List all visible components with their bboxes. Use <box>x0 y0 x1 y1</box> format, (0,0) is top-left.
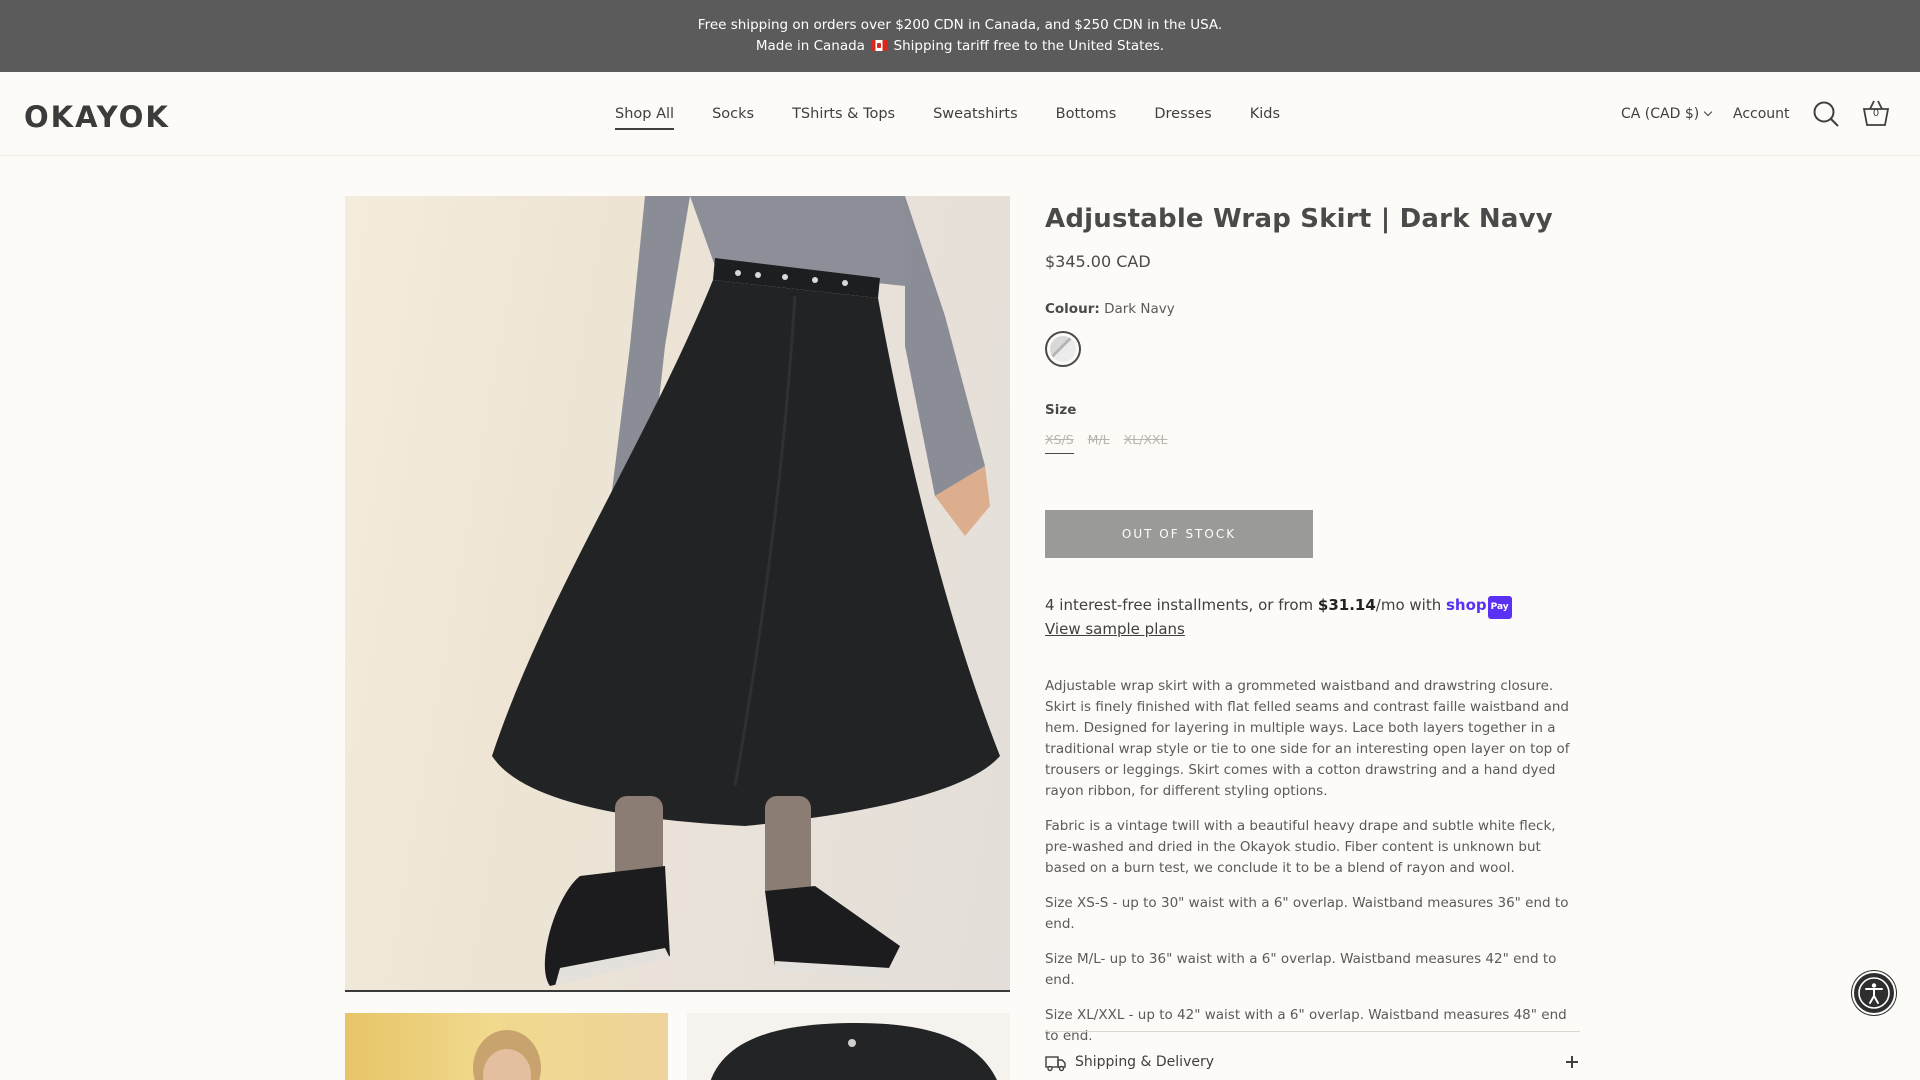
search-icon[interactable] <box>1812 100 1840 128</box>
site-logo[interactable]: OKAYOK <box>24 100 170 134</box>
size-option-xs-s[interactable]: XS/S <box>1045 432 1074 454</box>
nav-item-bottoms[interactable]: Bottoms <box>1056 102 1117 126</box>
skirt-photo <box>492 196 1000 986</box>
nav-item-socks[interactable]: Socks <box>712 102 754 126</box>
size-label: Size <box>1045 402 1077 418</box>
main-nav: Shop All Socks TShirts & Tops Sweatshirt… <box>615 72 1318 156</box>
description-paragraph: Adjustable wrap skirt with a grommeted w… <box>1045 678 1570 799</box>
shop-pay-logo-shop: shop <box>1445 596 1487 614</box>
description-size-xs-s: Size XS-S - up to 30" waist with a 6" ov… <box>1045 895 1569 932</box>
shop-pay-amount: $31.14 <box>1317 596 1376 614</box>
accessibility-button[interactable] <box>1852 971 1896 1015</box>
product-thumbnail-1[interactable] <box>345 1013 668 1080</box>
account-link[interactable]: Account <box>1733 106 1790 122</box>
announcement-tariff-note: Shipping tariff free to the United State… <box>893 38 1165 54</box>
colour-swatch-dark-navy[interactable] <box>1045 331 1081 367</box>
thumbnail-photo-skirt <box>710 1023 997 1080</box>
nav-item-dresses[interactable]: Dresses <box>1154 102 1211 126</box>
accessibility-icon <box>1858 977 1890 1009</box>
announcement-bar: Free shipping on orders over $200 CDN in… <box>0 0 1920 72</box>
colour-label: Colour: <box>1045 301 1100 317</box>
cart-count: 0 <box>1872 108 1880 119</box>
nav-item-shop-all[interactable]: Shop All <box>615 102 675 130</box>
product-price: $345.00 CAD <box>1045 252 1151 271</box>
product-thumbnail-2[interactable] <box>687 1013 1010 1080</box>
currency-label: CA (CAD $) <box>1621 106 1700 122</box>
description-size-m-l: Size M/L- up to 36" waist with a 6" over… <box>1045 951 1557 988</box>
shop-pay-text-pre: 4 interest-free installments, or from <box>1045 596 1318 614</box>
description-size-xl-xxl: Size XL/XXL - up to 42" waist with a 6" … <box>1045 1007 1567 1044</box>
truck-icon <box>1045 1056 1066 1072</box>
shop-pay-text-post: /mo with <box>1375 596 1446 614</box>
product-title: Adjustable Wrap Skirt | Dark Navy <box>1045 204 1553 234</box>
canada-flag-icon <box>871 40 888 51</box>
plus-icon[interactable] <box>1566 1056 1578 1068</box>
size-option-m-l[interactable]: M/L <box>1088 432 1110 454</box>
currency-selector[interactable]: CA (CAD $) <box>1621 106 1713 122</box>
view-sample-plans-link[interactable]: View sample plans <box>1045 619 1512 640</box>
colour-value: Dark Navy <box>1104 301 1175 317</box>
shop-pay-installments: 4 interest-free installments, or from $3… <box>1045 595 1512 640</box>
shop-pay-logo-pay: Pay <box>1487 596 1512 619</box>
nav-item-kids[interactable]: Kids <box>1250 102 1280 126</box>
thumbnail-photo-person <box>473 1030 541 1080</box>
product-main-image[interactable] <box>345 196 1010 992</box>
announcement-line-2: Made in Canada Shipping tariff free to t… <box>0 36 1920 57</box>
description-paragraph: Fabric is a vintage twill with a beautif… <box>1045 818 1556 876</box>
shipping-delivery-accordion[interactable]: Shipping & Delivery <box>1045 1052 1580 1076</box>
shop-pay-logo: shop Pay <box>1446 595 1512 619</box>
size-option-xl-xxl[interactable]: XL/XXL <box>1124 432 1168 454</box>
colour-selector-label: Colour: Dark Navy <box>1045 301 1175 317</box>
out-of-stock-button[interactable]: OUT OF STOCK <box>1045 510 1313 558</box>
site-header: OKAYOK Shop All Socks TShirts & Tops Swe… <box>0 72 1920 156</box>
nav-item-tshirts-tops[interactable]: TShirts & Tops <box>792 102 895 126</box>
shipping-delivery-label: Shipping & Delivery <box>1075 1054 1215 1070</box>
product-description: Adjustable wrap skirt with a grommeted w… <box>1045 676 1580 1061</box>
announcement-line-1: Free shipping on orders over $200 CDN in… <box>697 17 1223 33</box>
announcement-made-in-canada: Made in Canada <box>755 38 865 54</box>
chevron-down-icon <box>1703 107 1713 117</box>
nav-item-sweatshirts[interactable]: Sweatshirts <box>933 102 1018 126</box>
size-options: XS/S M/L XL/XXL <box>1045 432 1181 454</box>
accordion-divider <box>1045 1031 1580 1032</box>
